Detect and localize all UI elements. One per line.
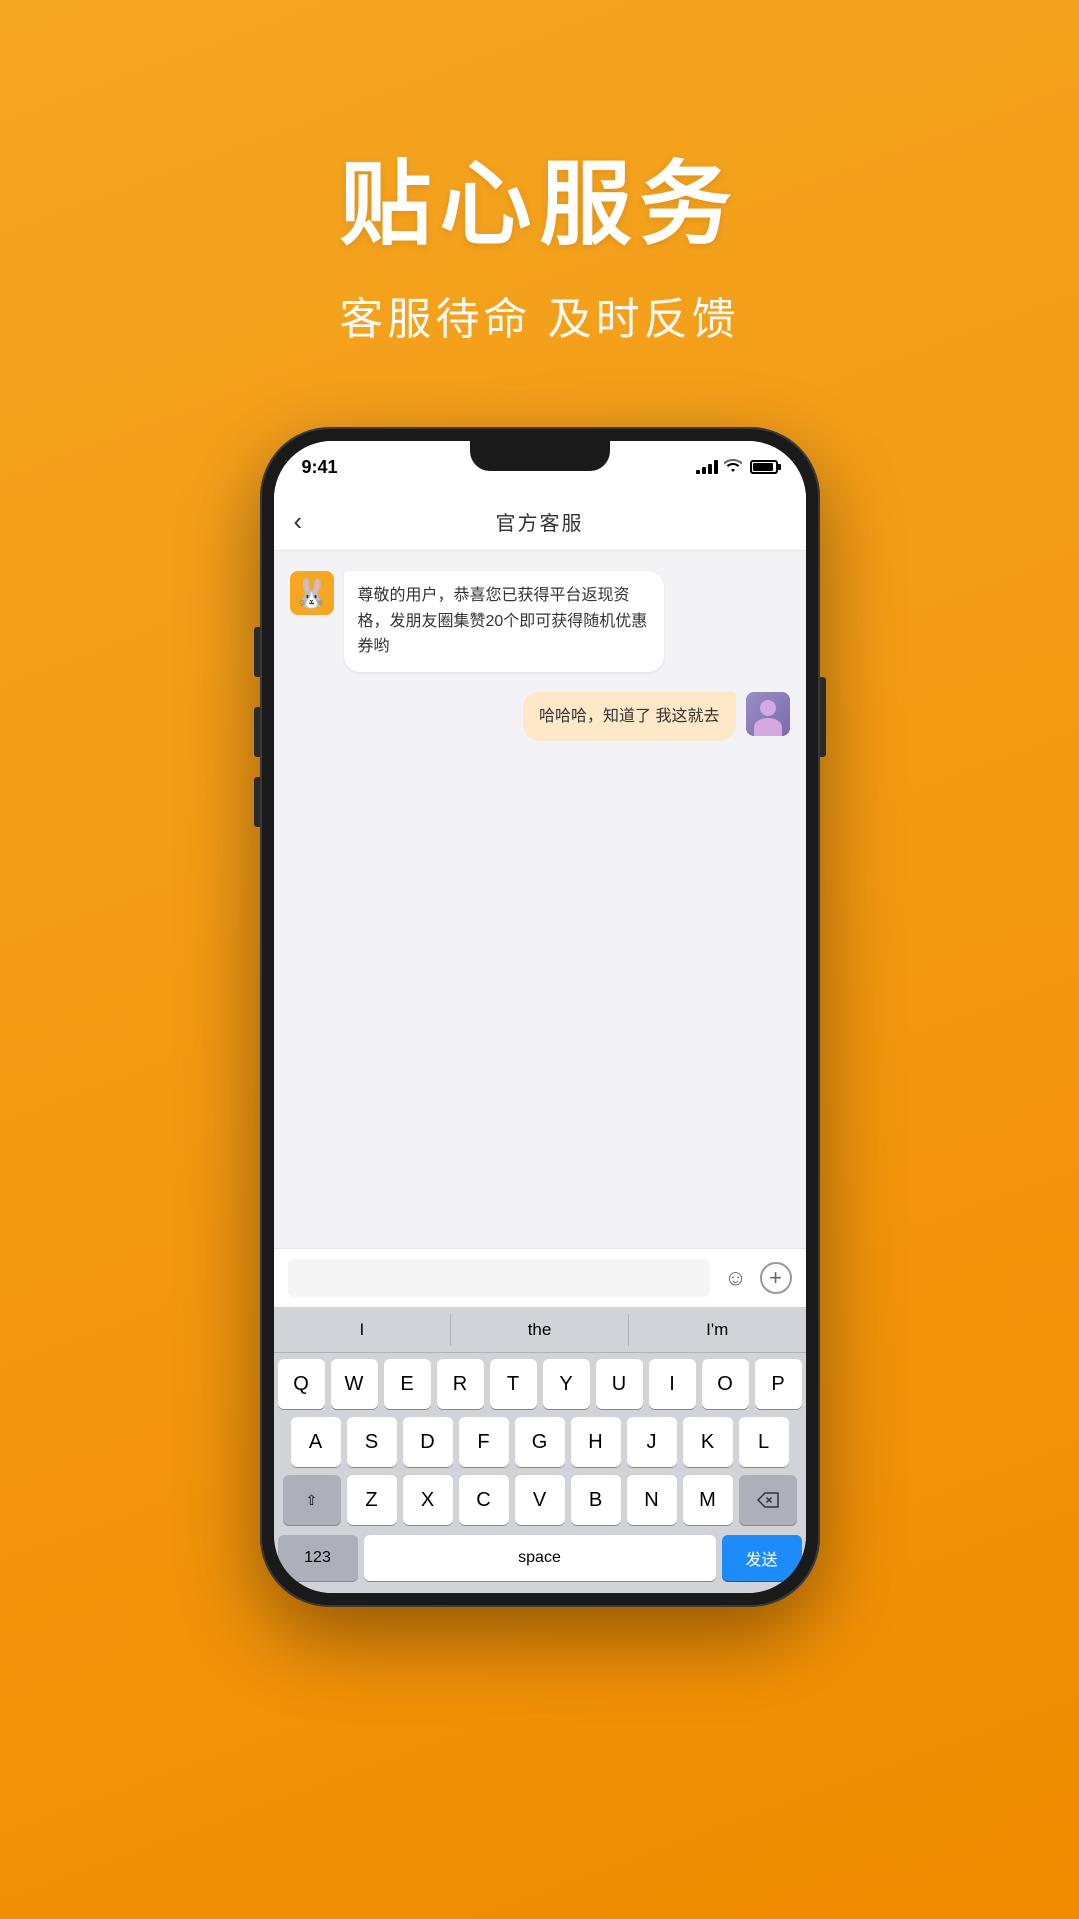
keyboard-bottom: 123 space 发送 — [274, 1529, 806, 1593]
back-button[interactable]: ‹ — [294, 506, 303, 537]
backspace-key[interactable] — [739, 1475, 797, 1525]
key-u[interactable]: U — [596, 1359, 643, 1409]
nav-title: 官方客服 — [496, 507, 584, 536]
bubble-left: 尊敬的用户，恭喜您已获得平台返现资格，发朋友圈集赞20个即可获得随机优惠券哟 — [344, 571, 664, 672]
key-c[interactable]: C — [459, 1475, 509, 1525]
key-t[interactable]: T — [490, 1359, 537, 1409]
key-g[interactable]: G — [515, 1417, 565, 1467]
key-q[interactable]: Q — [278, 1359, 325, 1409]
keyboard-suggestions: I the I'm — [274, 1307, 806, 1353]
user-avatar-img — [746, 692, 790, 736]
key-r[interactable]: R — [437, 1359, 484, 1409]
phone-device: 9:41 — [260, 427, 820, 1607]
send-key[interactable]: 发送 — [722, 1535, 802, 1581]
keyboard-rows: Q W E R T Y U I O P A S — [274, 1353, 806, 1529]
battery-icon — [750, 460, 778, 474]
key-d[interactable]: D — [403, 1417, 453, 1467]
phone-wrapper: 9:41 — [0, 427, 1079, 1607]
key-p[interactable]: P — [755, 1359, 802, 1409]
key-a[interactable]: A — [291, 1417, 341, 1467]
plus-button[interactable]: + — [760, 1262, 792, 1294]
rabbit-icon: 🐰 — [294, 577, 329, 610]
key-h[interactable]: H — [571, 1417, 621, 1467]
top-section: 贴心服务 客服待命 及时反馈 — [0, 0, 1079, 407]
message-left: 🐰 尊敬的用户，恭喜您已获得平台返现资格，发朋友圈集赞20个即可获得随机优惠券哟 — [290, 571, 790, 672]
main-title: 贴心服务 — [0, 130, 1079, 263]
chat-area: 🐰 尊敬的用户，恭喜您已获得平台返现资格，发朋友圈集赞20个即可获得随机优惠券哟… — [274, 551, 806, 1248]
suggestion-i[interactable]: I — [274, 1314, 452, 1346]
key-i[interactable]: I — [649, 1359, 696, 1409]
key-n[interactable]: N — [627, 1475, 677, 1525]
signal-icon — [696, 460, 718, 474]
key-s[interactable]: S — [347, 1417, 397, 1467]
user-avatar — [746, 692, 790, 736]
input-icons: ☺ + — [720, 1262, 792, 1294]
wifi-icon — [724, 458, 742, 477]
keyboard: I the I'm Q W E R T Y U I — [274, 1307, 806, 1593]
message-right: 哈哈哈，知道了 我这就去 — [290, 692, 790, 742]
nav-bar: ‹ 官方客服 — [274, 493, 806, 551]
numbers-key[interactable]: 123 — [278, 1535, 358, 1581]
bubble-right: 哈哈哈，知道了 我这就去 — [523, 692, 735, 742]
sub-title: 客服待命 及时反馈 — [0, 283, 1079, 347]
notch — [470, 441, 610, 471]
key-row-2: A S D F G H J K L — [278, 1417, 802, 1467]
message-input[interactable] — [288, 1259, 710, 1297]
input-area: ☺ + — [274, 1248, 806, 1307]
suggestion-im[interactable]: I'm — [629, 1314, 806, 1346]
key-o[interactable]: O — [702, 1359, 749, 1409]
service-avatar: 🐰 — [290, 571, 334, 615]
status-time: 9:41 — [302, 457, 338, 478]
emoji-button[interactable]: ☺ — [720, 1262, 752, 1294]
key-e[interactable]: E — [384, 1359, 431, 1409]
key-m[interactable]: M — [683, 1475, 733, 1525]
key-row-1: Q W E R T Y U I O P — [278, 1359, 802, 1409]
shift-key[interactable]: ⇧ — [283, 1475, 341, 1525]
space-key[interactable]: space — [364, 1535, 716, 1581]
key-row-3: ⇧ Z X C V B N M — [278, 1475, 802, 1525]
key-b[interactable]: B — [571, 1475, 621, 1525]
key-y[interactable]: Y — [543, 1359, 590, 1409]
key-x[interactable]: X — [403, 1475, 453, 1525]
key-v[interactable]: V — [515, 1475, 565, 1525]
key-w[interactable]: W — [331, 1359, 378, 1409]
key-z[interactable]: Z — [347, 1475, 397, 1525]
phone-screen: 9:41 — [274, 441, 806, 1593]
key-j[interactable]: J — [627, 1417, 677, 1467]
suggestion-the[interactable]: the — [451, 1314, 629, 1346]
key-f[interactable]: F — [459, 1417, 509, 1467]
status-icons — [696, 458, 778, 477]
key-k[interactable]: K — [683, 1417, 733, 1467]
key-l[interactable]: L — [739, 1417, 789, 1467]
